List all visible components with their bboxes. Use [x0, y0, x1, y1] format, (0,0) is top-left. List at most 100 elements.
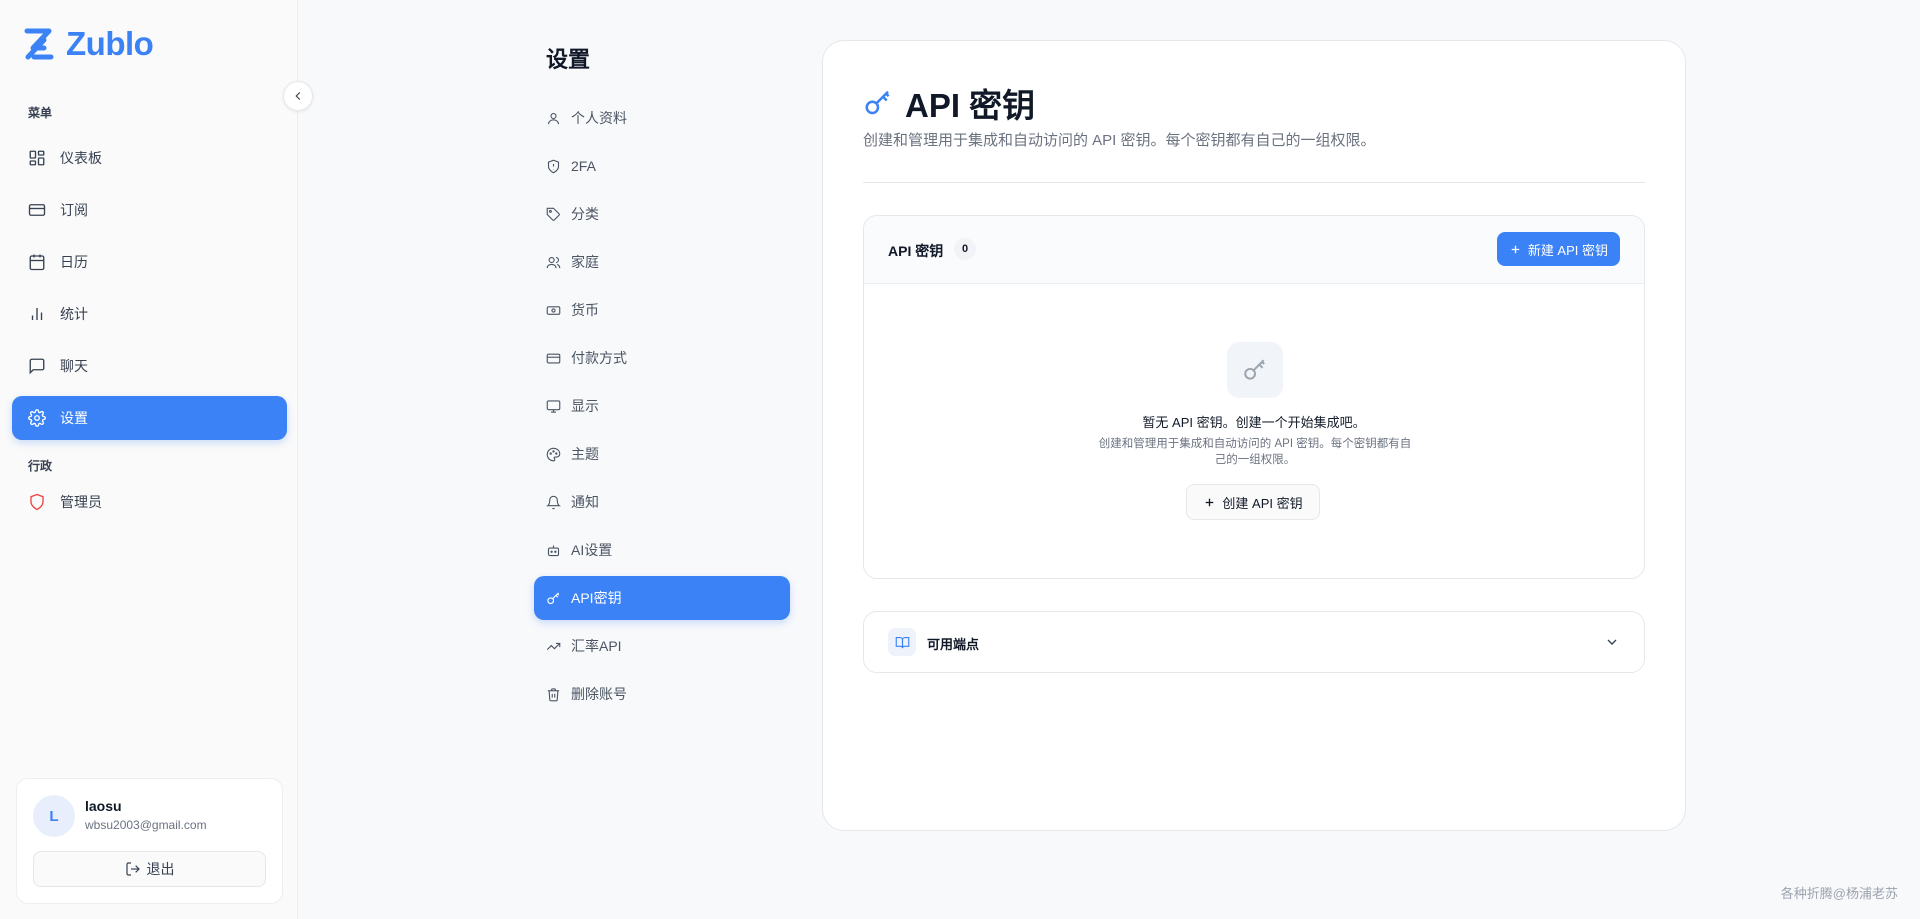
avatar[interactable]: L — [33, 795, 75, 837]
divider — [863, 182, 1645, 183]
settings-item-categories[interactable]: 分类 — [534, 192, 790, 236]
new-api-key-button[interactable]: 新建 API 密钥 — [1496, 232, 1620, 266]
watermark: 各种折腾@杨浦老苏 — [1780, 886, 1898, 901]
banknote-icon — [546, 305, 561, 315]
nav-item-chat[interactable]: 聊天 — [12, 344, 287, 388]
nav-item-settings[interactable]: 设置 — [12, 396, 287, 440]
empty-state-title: 暂无 API 密钥。创建一个开始集成吧。 — [1142, 415, 1366, 430]
user-icon — [547, 112, 560, 124]
gear-icon — [28, 409, 46, 427]
chevron-left-icon — [295, 92, 301, 100]
settings-item-theme[interactable]: 主题 — [534, 432, 790, 476]
monitor-icon — [546, 399, 561, 413]
plus-icon — [1206, 498, 1214, 506]
key-icon — [865, 90, 890, 115]
nav-item-dashboard[interactable]: 仪表板 — [12, 136, 287, 180]
nav-item-label: 日历 — [60, 254, 88, 270]
settings-item-delete-account[interactable]: 删除账号 — [534, 672, 790, 716]
tag-icon — [546, 207, 560, 221]
trending-up-icon — [546, 642, 561, 650]
user-card: L laosu wbsu2003@gmail.com 退出 — [16, 778, 283, 904]
sidebar: Zublo 菜单 仪表板 订阅 日历 统计 聊天 设置 行政 管理员 L lao… — [0, 0, 298, 919]
book-open-icon — [895, 636, 909, 648]
settings-item-api-keys[interactable]: API密钥 — [534, 576, 790, 620]
logout-button[interactable]: 退出 — [33, 851, 266, 887]
new-api-key-label: 新建 API 密钥 — [1527, 242, 1608, 258]
collapse-sidebar-button[interactable] — [283, 81, 313, 111]
settings-item-label: 个人资料 — [571, 110, 627, 126]
settings-item-label: 2FA — [571, 158, 596, 174]
settings-item-label: 显示 — [571, 398, 599, 414]
bell-icon — [546, 495, 561, 509]
calendar-icon — [29, 254, 45, 271]
bar-chart-icon — [31, 308, 43, 320]
settings-item-household[interactable]: 家庭 — [534, 240, 790, 284]
settings-item-currency[interactable]: 货币 — [534, 288, 790, 332]
logo-text: Zublo — [66, 25, 154, 62]
api-keys-label: API 密钥 — [888, 243, 944, 259]
settings-item-ai[interactable]: AI设置 — [534, 528, 790, 572]
nav-item-admin[interactable]: 管理员 — [12, 480, 287, 524]
settings-title: 设置 — [546, 47, 591, 72]
shield-icon — [30, 493, 44, 511]
settings-item-label: 分类 — [571, 206, 599, 222]
nav-item-label: 聊天 — [60, 358, 88, 374]
empty-state-icon-box — [1227, 342, 1283, 398]
api-keys-count-badge: 0 — [954, 238, 976, 260]
settings-item-2fa[interactable]: 2FA — [534, 144, 790, 188]
nav-item-label: 管理员 — [60, 494, 102, 510]
nav-item-statistics[interactable]: 统计 — [12, 292, 287, 336]
page-header: API 密钥 — [863, 79, 1035, 127]
key-icon — [547, 591, 560, 604]
page-title: API 密钥 — [905, 87, 1036, 124]
palette-icon — [546, 447, 561, 461]
shield-check-icon — [547, 159, 560, 173]
user-email: wbsu2003@gmail.com — [85, 818, 207, 832]
user-name: laosu — [85, 798, 122, 814]
credit-card-icon — [28, 204, 46, 216]
settings-item-label: 删除账号 — [571, 686, 627, 702]
admin-section-label: 行政 — [28, 459, 53, 473]
users-icon — [546, 256, 561, 268]
settings-item-label: AI设置 — [571, 542, 613, 558]
create-api-key-label: 创建 API 密钥 — [1222, 495, 1303, 511]
logout-label: 退出 — [146, 861, 175, 877]
nav-item-label: 设置 — [60, 410, 88, 426]
nav-item-label: 订阅 — [60, 202, 88, 218]
settings-item-payment-methods[interactable]: 付款方式 — [534, 336, 790, 380]
api-keys-panel: API 密钥 0 新建 API 密钥 暂无 API 密钥。创建一个开始集成吧。 … — [863, 215, 1645, 579]
settings-item-label: 主题 — [571, 446, 599, 462]
settings-item-notifications[interactable]: 通知 — [534, 480, 790, 524]
settings-item-label: 货币 — [571, 302, 599, 318]
create-api-key-button[interactable]: 创建 API 密钥 — [1186, 484, 1320, 520]
api-keys-panel-header: API 密钥 0 新建 API 密钥 — [864, 216, 1644, 284]
nav-item-label: 统计 — [60, 306, 88, 322]
logo[interactable]: Zublo — [22, 25, 154, 63]
settings-item-label: 汇率API — [571, 638, 622, 654]
chevron-down-icon[interactable] — [1604, 634, 1620, 650]
settings-item-label: API密钥 — [571, 590, 622, 606]
dashboard-icon — [29, 150, 45, 166]
api-keys-card: API 密钥 创建和管理用于集成和自动访问的 API 密钥。每个密钥都有自己的一… — [822, 40, 1686, 831]
trash-icon — [547, 687, 560, 701]
settings-item-display[interactable]: 显示 — [534, 384, 790, 428]
logo-icon — [24, 28, 54, 60]
nav-item-subscriptions[interactable]: 订阅 — [12, 188, 287, 232]
settings-item-profile[interactable]: 个人资料 — [534, 96, 790, 140]
settings-item-label: 家庭 — [571, 254, 599, 270]
plus-icon — [1511, 245, 1520, 253]
credit-card-icon — [546, 353, 561, 363]
available-endpoints-label: 可用端点 — [927, 637, 980, 652]
available-endpoints-accordion[interactable]: 可用端点 — [863, 611, 1645, 673]
nav-item-label: 仪表板 — [60, 150, 102, 166]
settings-item-label: 通知 — [571, 494, 599, 510]
bot-icon — [547, 545, 560, 556]
nav-item-calendar[interactable]: 日历 — [12, 240, 287, 284]
key-icon — [1244, 359, 1265, 380]
settings-item-exchange-api[interactable]: 汇率API — [534, 624, 790, 668]
chat-icon — [29, 358, 45, 375]
page-description: 创建和管理用于集成和自动访问的 API 密钥。每个密钥都有自己的一组权限。 — [863, 132, 1376, 149]
logout-icon — [125, 862, 140, 876]
book-icon-box — [888, 628, 916, 656]
menu-section-label: 菜单 — [28, 106, 53, 120]
